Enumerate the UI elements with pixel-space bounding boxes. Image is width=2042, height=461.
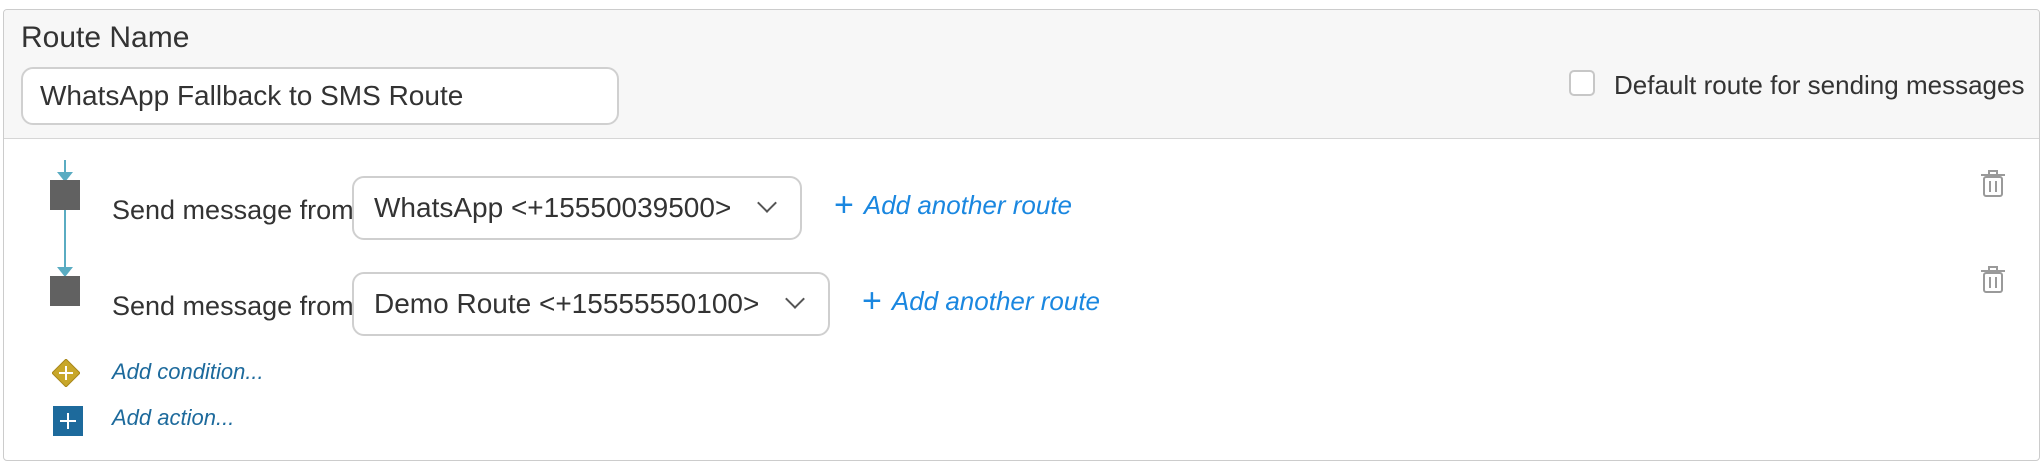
- step-1-add-route-link[interactable]: + Add another route: [834, 188, 1072, 222]
- action-plus-icon[interactable]: [53, 406, 83, 436]
- step-1-node: [50, 180, 80, 210]
- chevron-down-icon: [757, 193, 777, 213]
- step-1-send-label: Send message from: [112, 195, 354, 225]
- default-route-label[interactable]: Default route for sending messages: [1614, 70, 2024, 101]
- trash-icon[interactable]: [1980, 170, 2006, 198]
- route-name-input[interactable]: [21, 67, 619, 125]
- trash-icon[interactable]: [1980, 266, 2006, 294]
- route-name-label: Route Name: [21, 21, 190, 54]
- default-route-checkbox[interactable]: [1569, 70, 1595, 96]
- route-header: Route Name Default route for sending mes…: [4, 10, 2039, 139]
- step-2-selected-route: Demo Route <+15555550100>: [374, 288, 760, 319]
- step-2-node: [50, 276, 80, 306]
- step-1-add-route-label: Add another route: [863, 189, 1073, 220]
- add-condition-link[interactable]: Add condition...: [112, 359, 264, 385]
- plus-icon: +: [862, 282, 882, 320]
- step-2-route-select[interactable]: Demo Route <+15555550100>: [352, 272, 830, 336]
- add-action-link[interactable]: Add action...: [112, 405, 234, 431]
- flow-line-middle: [64, 210, 66, 274]
- step-2-send-label: Send message from: [112, 291, 354, 321]
- step-1-route-select[interactable]: WhatsApp <+15550039500>: [352, 176, 802, 240]
- step-2-add-route-label: Add another route: [891, 285, 1101, 316]
- step-1-selected-route: WhatsApp <+15550039500>: [374, 192, 732, 223]
- step-2-add-route-link[interactable]: + Add another route: [862, 284, 1100, 318]
- condition-diamond-icon[interactable]: [52, 359, 80, 387]
- chevron-down-icon: [785, 289, 805, 309]
- plus-icon: +: [834, 186, 854, 224]
- route-editor-panel: Route Name Default route for sending mes…: [3, 9, 2040, 461]
